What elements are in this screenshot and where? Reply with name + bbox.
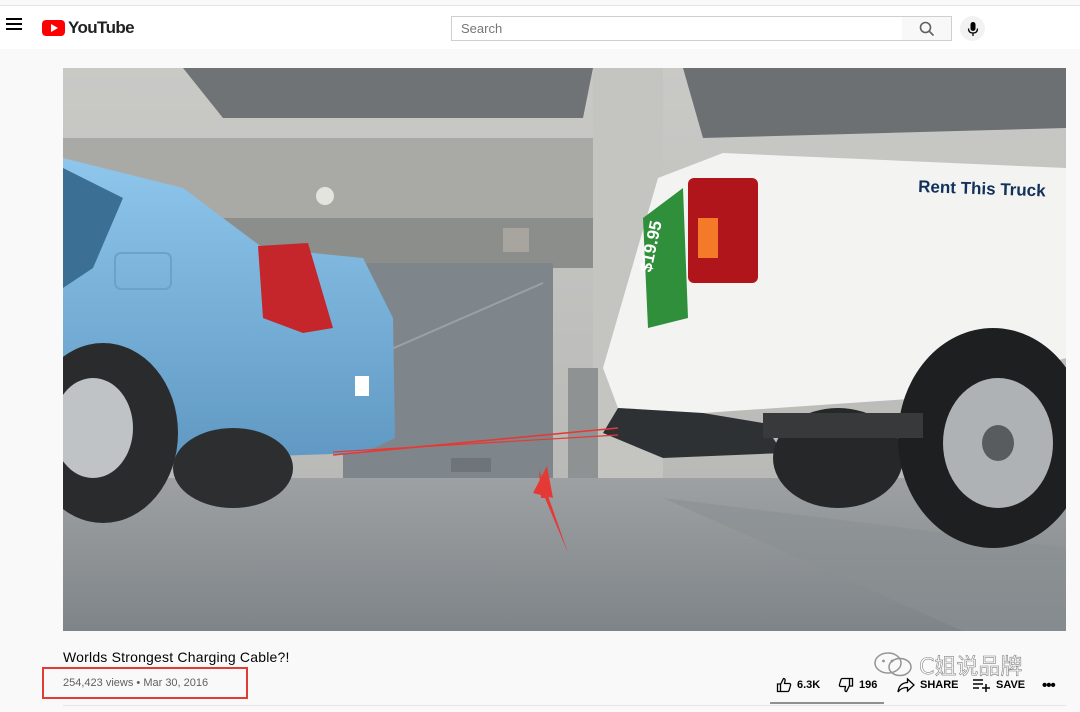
video-title: Worlds Strongest Charging Cable?! (63, 649, 290, 665)
search-button[interactable] (902, 16, 952, 41)
share-icon (897, 677, 915, 693)
like-button[interactable]: 6.3K (776, 675, 820, 695)
logo-text: YouTube (68, 18, 135, 37)
share-label: SHARE (920, 679, 959, 691)
search-placeholder: Search (461, 21, 503, 36)
video-player[interactable]: Rent This Truck $19.95 (63, 68, 1066, 631)
thumbs-up-icon (776, 677, 792, 693)
divider (63, 705, 1066, 706)
search-icon (919, 21, 934, 36)
youtube-logo[interactable]: YouTube (42, 17, 135, 39)
menu-icon[interactable] (6, 18, 22, 34)
voice-search-button[interactable] (960, 16, 985, 41)
save-label: SAVE (996, 679, 1026, 691)
dislike-count: 196 (859, 679, 878, 691)
meta-highlight-box (42, 667, 248, 699)
search-input[interactable]: Search (451, 16, 903, 41)
share-button[interactable]: SHARE (897, 675, 959, 695)
dislike-button[interactable]: 196 (838, 675, 877, 695)
like-count: 6.3K (797, 679, 821, 691)
more-actions-icon[interactable]: ••• (1042, 677, 1056, 694)
video-frame: Rent This Truck $19.95 (63, 68, 1066, 631)
add-to-playlist-icon (973, 679, 990, 692)
like-ratio-bar (770, 702, 884, 704)
youtube-play-icon (42, 20, 65, 36)
microphone-icon (967, 21, 978, 36)
save-button[interactable]: SAVE (973, 675, 1025, 695)
thumbs-down-icon (838, 677, 854, 693)
top-bar: YouTube Search (0, 5, 1080, 49)
